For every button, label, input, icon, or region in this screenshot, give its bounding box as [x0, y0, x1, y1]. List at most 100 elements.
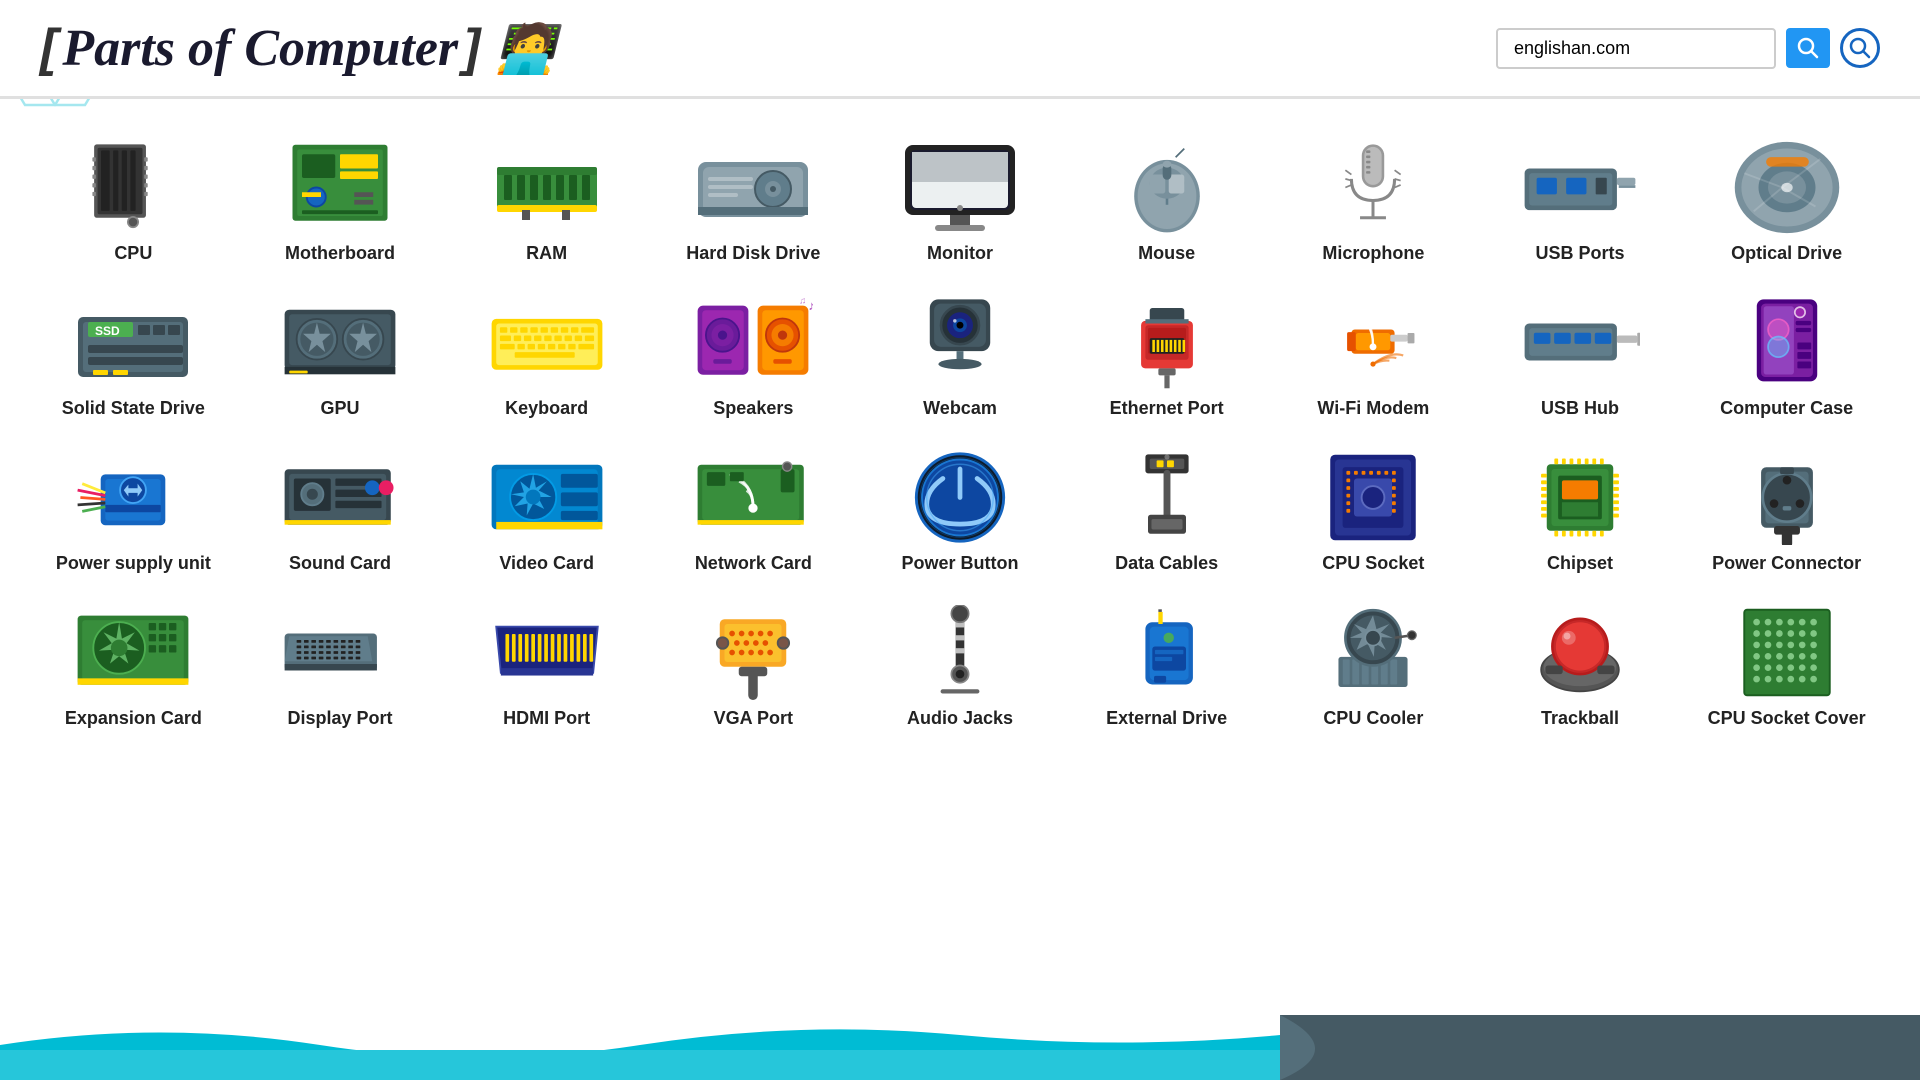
- ssd-label: Solid State Drive: [62, 398, 205, 420]
- keyboard-label: Keyboard: [505, 398, 588, 420]
- hdd-icon: [688, 137, 818, 237]
- item-cpu-cooler: CPU Cooler: [1270, 584, 1477, 734]
- chipset-icon: [1515, 447, 1645, 547]
- person-icon: 🧑‍💻: [495, 20, 555, 77]
- item-optical-drive: Optical Drive: [1683, 119, 1890, 269]
- main-content: CPU Motherboard: [0, 99, 1920, 744]
- item-speakers: ♪ ♫ Speakers: [650, 274, 857, 424]
- title-text: Parts of Computer: [62, 19, 458, 78]
- item-cpu-socket: CPU Socket: [1270, 429, 1477, 579]
- expansion-card-icon: [68, 602, 198, 702]
- sound-card-label: Sound Card: [289, 553, 391, 575]
- mouse-label: Mouse: [1138, 243, 1195, 265]
- monitor-icon: [895, 137, 1025, 237]
- page-title: [ Parts of Computer ] 🧑‍💻: [40, 18, 555, 78]
- chipset-label: Chipset: [1547, 553, 1613, 575]
- cpu-cooler-label: CPU Cooler: [1323, 708, 1423, 730]
- motherboard-label: Motherboard: [285, 243, 395, 265]
- cpu-socket-icon: [1308, 447, 1438, 547]
- item-psu: Power supply unit: [30, 429, 237, 579]
- item-usb-hub: USB Hub: [1477, 274, 1684, 424]
- ethernet-label: Ethernet Port: [1110, 398, 1224, 420]
- item-data-cables: Data Cables: [1063, 429, 1270, 579]
- svg-text:♪: ♪: [809, 298, 814, 313]
- bracket-close: ]: [463, 18, 480, 78]
- item-sound-card: Sound Card: [237, 429, 444, 579]
- usb-ports-icon: [1515, 137, 1645, 237]
- video-card-icon: [482, 447, 612, 547]
- header: [ Parts of Computer ] 🧑‍💻: [0, 0, 1920, 99]
- cpu-socket-cover-label: CPU Socket Cover: [1708, 708, 1866, 730]
- trackball-label: Trackball: [1541, 708, 1619, 730]
- item-display-port: Display Port: [237, 584, 444, 734]
- gpu-label: GPU: [320, 398, 359, 420]
- bracket-open: [: [40, 18, 57, 78]
- footer: [0, 1015, 1920, 1080]
- item-cpu-socket-cover: CPU Socket Cover: [1683, 584, 1890, 734]
- computer-case-icon: [1722, 292, 1852, 392]
- hdmi-port-label: HDMI Port: [503, 708, 590, 730]
- item-monitor: Monitor: [857, 119, 1064, 269]
- speakers-icon: ♪ ♫: [688, 292, 818, 392]
- power-connector-icon: [1722, 447, 1852, 547]
- audio-jacks-icon: [895, 602, 1025, 702]
- audio-jacks-label: Audio Jacks: [907, 708, 1013, 730]
- power-button-icon: [895, 447, 1025, 547]
- microphone-label: Microphone: [1322, 243, 1424, 265]
- expansion-card-label: Expansion Card: [65, 708, 202, 730]
- search-area: [1496, 28, 1880, 69]
- search-circle-icon: [1840, 28, 1880, 68]
- computer-case-label: Computer Case: [1720, 398, 1853, 420]
- search-input[interactable]: [1496, 28, 1776, 69]
- speakers-label: Speakers: [713, 398, 793, 420]
- optical-drive-icon: [1722, 137, 1852, 237]
- item-ram: RAM: [443, 119, 650, 269]
- item-microphone: Microphone: [1270, 119, 1477, 269]
- wifi-label: Wi-Fi Modem: [1317, 398, 1429, 420]
- cpu-socket-label: CPU Socket: [1322, 553, 1424, 575]
- item-ethernet: Ethernet Port: [1063, 274, 1270, 424]
- item-hdmi-port: HDMI Port: [443, 584, 650, 734]
- item-usb-ports: USB Ports: [1477, 119, 1684, 269]
- display-port-label: Display Port: [287, 708, 392, 730]
- search-icon: [1797, 37, 1819, 59]
- search-button[interactable]: [1786, 28, 1830, 68]
- item-gpu: GPU: [237, 274, 444, 424]
- optical-drive-label: Optical Drive: [1731, 243, 1842, 265]
- usb-hub-label: USB Hub: [1541, 398, 1619, 420]
- header-left: [ Parts of Computer ] 🧑‍💻: [40, 18, 555, 78]
- footer-wave: [0, 1015, 1920, 1080]
- row-4: Expansion Card: [30, 584, 1890, 734]
- svg-text:SSD: SSD: [95, 324, 120, 338]
- item-expansion-card: Expansion Card: [30, 584, 237, 734]
- usb-ports-label: USB Ports: [1535, 243, 1624, 265]
- gpu-icon: [275, 292, 405, 392]
- item-motherboard: Motherboard: [237, 119, 444, 269]
- item-wifi: Wi-Fi Modem: [1270, 274, 1477, 424]
- ram-label: RAM: [526, 243, 567, 265]
- external-drive-label: External Drive: [1106, 708, 1227, 730]
- item-webcam: Webcam: [857, 274, 1064, 424]
- item-ssd: SSD Solid State Drive: [30, 274, 237, 424]
- network-card-label: Network Card: [695, 553, 812, 575]
- ethernet-icon: [1102, 292, 1232, 392]
- svg-text:♫: ♫: [799, 296, 806, 306]
- ssd-icon: SSD: [68, 292, 198, 392]
- data-cables-icon: [1102, 447, 1232, 547]
- motherboard-icon: [275, 137, 405, 237]
- item-audio-jacks: Audio Jacks: [857, 584, 1064, 734]
- webcam-label: Webcam: [923, 398, 997, 420]
- power-connector-label: Power Connector: [1712, 553, 1861, 575]
- external-drive-icon: [1102, 602, 1232, 702]
- item-trackball: Trackball: [1477, 584, 1684, 734]
- webcam-icon: [895, 292, 1025, 392]
- monitor-label: Monitor: [927, 243, 993, 265]
- item-hdd: Hard Disk Drive: [650, 119, 857, 269]
- row-1: CPU Motherboard: [30, 119, 1890, 269]
- row-3: Power supply unit Sound C: [30, 429, 1890, 579]
- microphone-icon: [1308, 137, 1438, 237]
- data-cables-label: Data Cables: [1115, 553, 1218, 575]
- wifi-icon: [1308, 292, 1438, 392]
- cpu-label: CPU: [114, 243, 152, 265]
- item-external-drive: External Drive: [1063, 584, 1270, 734]
